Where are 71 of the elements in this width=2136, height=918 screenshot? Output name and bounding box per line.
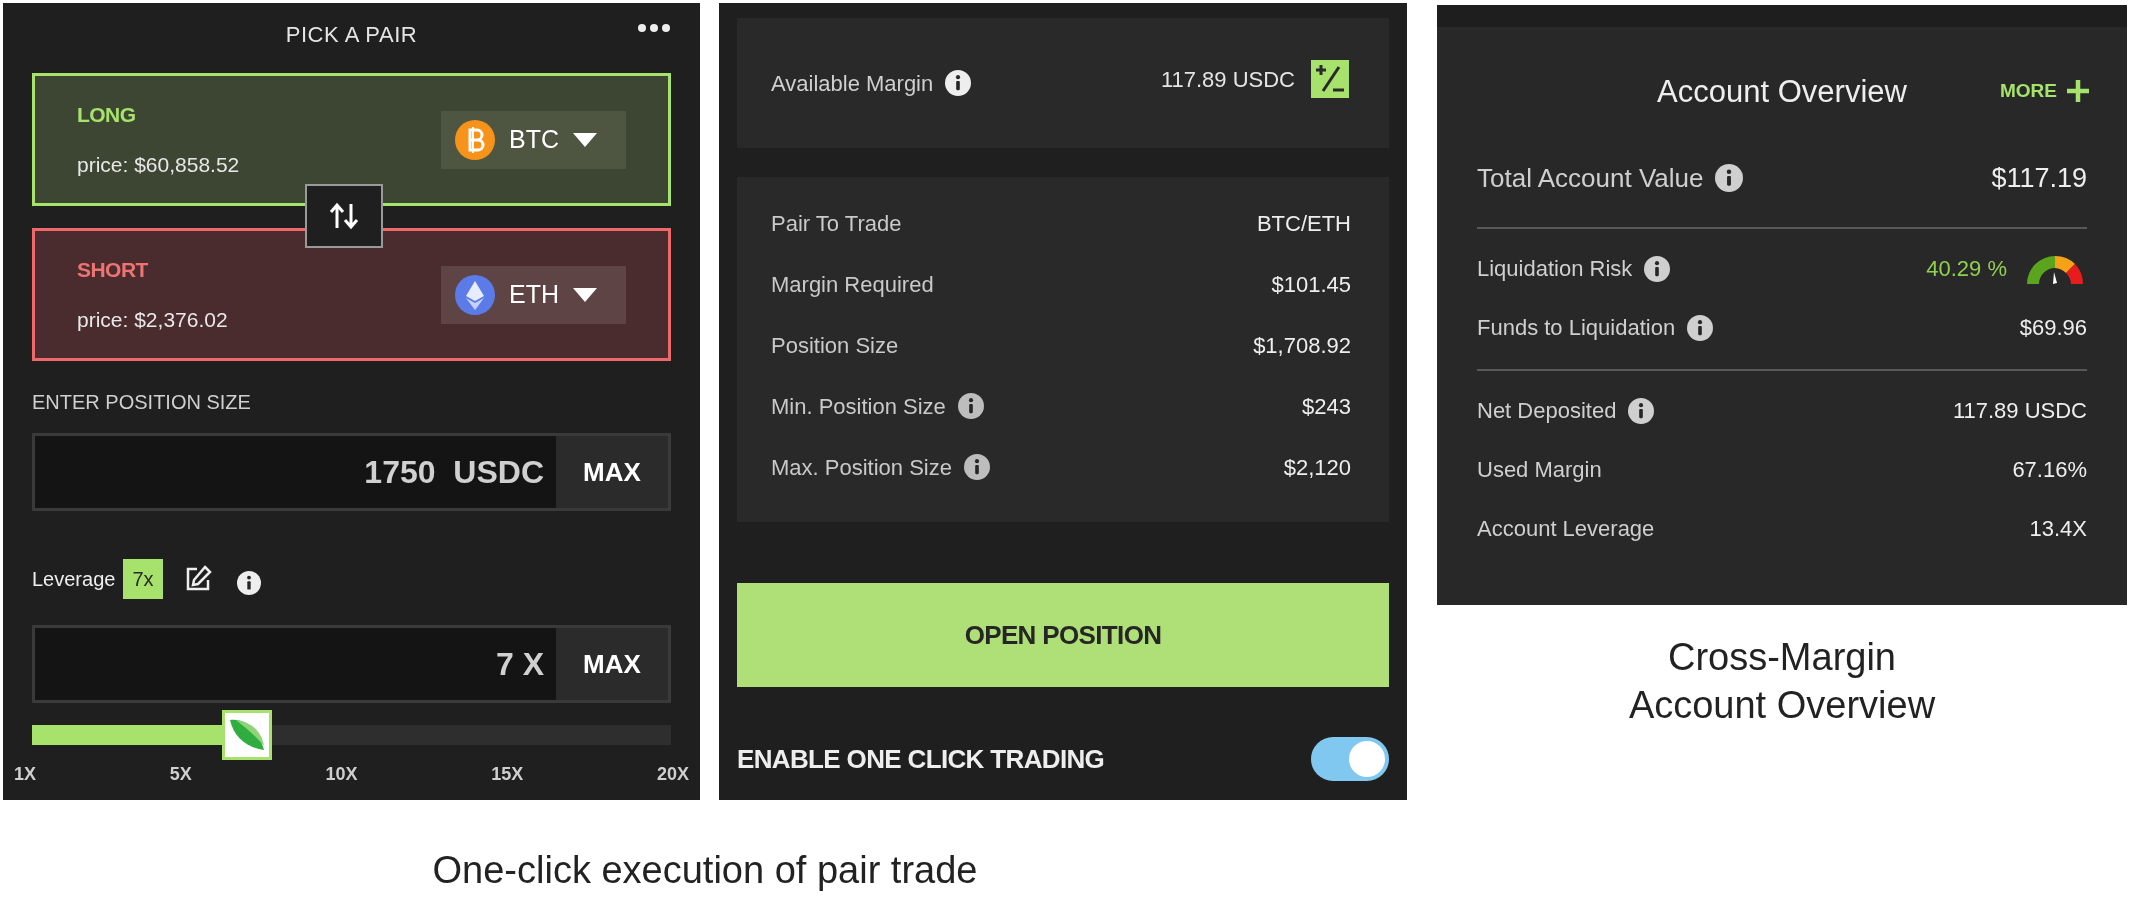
leg-label: LONG <box>77 102 137 128</box>
toggle-switch[interactable] <box>1311 737 1389 781</box>
figure-caption: Cross-Margin Account Overview <box>1627 635 1937 728</box>
panel-title: PICK A PAIR <box>285 20 418 49</box>
row-label: Account Leverage <box>1477 515 1655 543</box>
info-icon <box>1628 397 1655 424</box>
price-text: price: $60,858.52 <box>77 151 240 178</box>
max-button[interactable]: MAX <box>556 436 668 508</box>
leg-label: SHORT <box>77 257 149 283</box>
detail-label: Min. Position Size <box>771 392 946 421</box>
tick-label: 1X <box>14 763 37 786</box>
caret-icon <box>573 132 597 147</box>
margin-label: Available Margin <box>771 69 934 98</box>
row-value: 117.89 USDC <box>1952 397 2087 425</box>
row-value: $117.19 <box>1991 161 2087 195</box>
row-value: $69.96 <box>2019 314 2087 342</box>
info-icon <box>957 393 984 419</box>
row-label: Total Account Value <box>1477 161 1704 195</box>
info-icon <box>1687 314 1714 341</box>
more-link[interactable]: MORE <box>2000 77 2089 106</box>
detail-label: Margin Required <box>771 270 934 299</box>
slider-track[interactable] <box>32 725 671 745</box>
info-icon <box>236 571 261 595</box>
asset-dropdown[interactable]: BTC <box>441 110 626 169</box>
detail-value: $2,120 <box>1283 453 1351 482</box>
panel-title: Account Overview <box>1657 72 1907 111</box>
amount-field[interactable]: 1750 USDC MAX <box>32 433 671 511</box>
plus-minus-icon[interactable] <box>1311 60 1349 98</box>
price-text: price: $2,376.02 <box>77 306 228 333</box>
info-icon <box>1644 255 1671 282</box>
tick-label: 5X <box>169 763 192 786</box>
more-menu-icon[interactable] <box>637 23 671 33</box>
row-label: Funds to Liquidation <box>1477 314 1676 342</box>
detail-value: $101.45 <box>1271 270 1351 299</box>
info-icon <box>963 454 990 480</box>
open-position-button[interactable]: OPEN POSITION <box>737 583 1389 687</box>
risk-value: 40.29 % <box>1926 255 2007 283</box>
figure-caption: One-click execution of pair trade <box>431 848 979 893</box>
info-icon <box>945 70 972 96</box>
swap-button[interactable] <box>305 184 383 248</box>
leverage-label: Leverage <box>32 567 116 592</box>
info-icon <box>1715 164 1744 192</box>
caret-icon <box>573 287 597 302</box>
plus-icon <box>2067 80 2089 103</box>
max-button[interactable]: MAX <box>556 628 668 700</box>
detail-label: Pair To Trade <box>771 209 902 238</box>
tick-label: 15X <box>491 763 524 786</box>
ethereum-coin-icon <box>455 274 495 315</box>
leverage-badge: 7x <box>123 559 163 599</box>
row-label: Used Margin <box>1477 456 1602 484</box>
margin-value: 117.89 USDC <box>1160 65 1295 94</box>
detail-value: $1,708.92 <box>1253 331 1351 360</box>
bitcoin-coin-icon <box>455 119 495 160</box>
section-label: ENTER POSITION SIZE <box>32 390 252 415</box>
detail-label: Position Size <box>771 331 899 360</box>
tick-label: 10X <box>325 763 358 786</box>
swap-arrows-icon <box>328 202 360 230</box>
amount-field[interactable]: 7 X MAX <box>32 625 671 703</box>
field-value: 1750 USDC <box>364 453 544 492</box>
detail-value: BTC/ETH <box>1256 209 1351 238</box>
slider-thumb[interactable] <box>221 710 272 760</box>
row-label: Net Deposited <box>1477 397 1617 425</box>
detail-value: $243 <box>1302 392 1351 421</box>
field-value: 7 X <box>495 645 544 684</box>
row-value: 13.4X <box>2029 515 2087 543</box>
row-value: 67.16% <box>2012 456 2087 484</box>
toggle-label: ENABLE ONE CLICK TRADING <box>737 742 1105 776</box>
asset-dropdown[interactable]: ETH <box>441 265 626 324</box>
row-label: Liquidation Risk <box>1477 255 1633 283</box>
detail-label: Max. Position Size <box>771 453 952 482</box>
tick-label: 20X <box>656 763 689 786</box>
